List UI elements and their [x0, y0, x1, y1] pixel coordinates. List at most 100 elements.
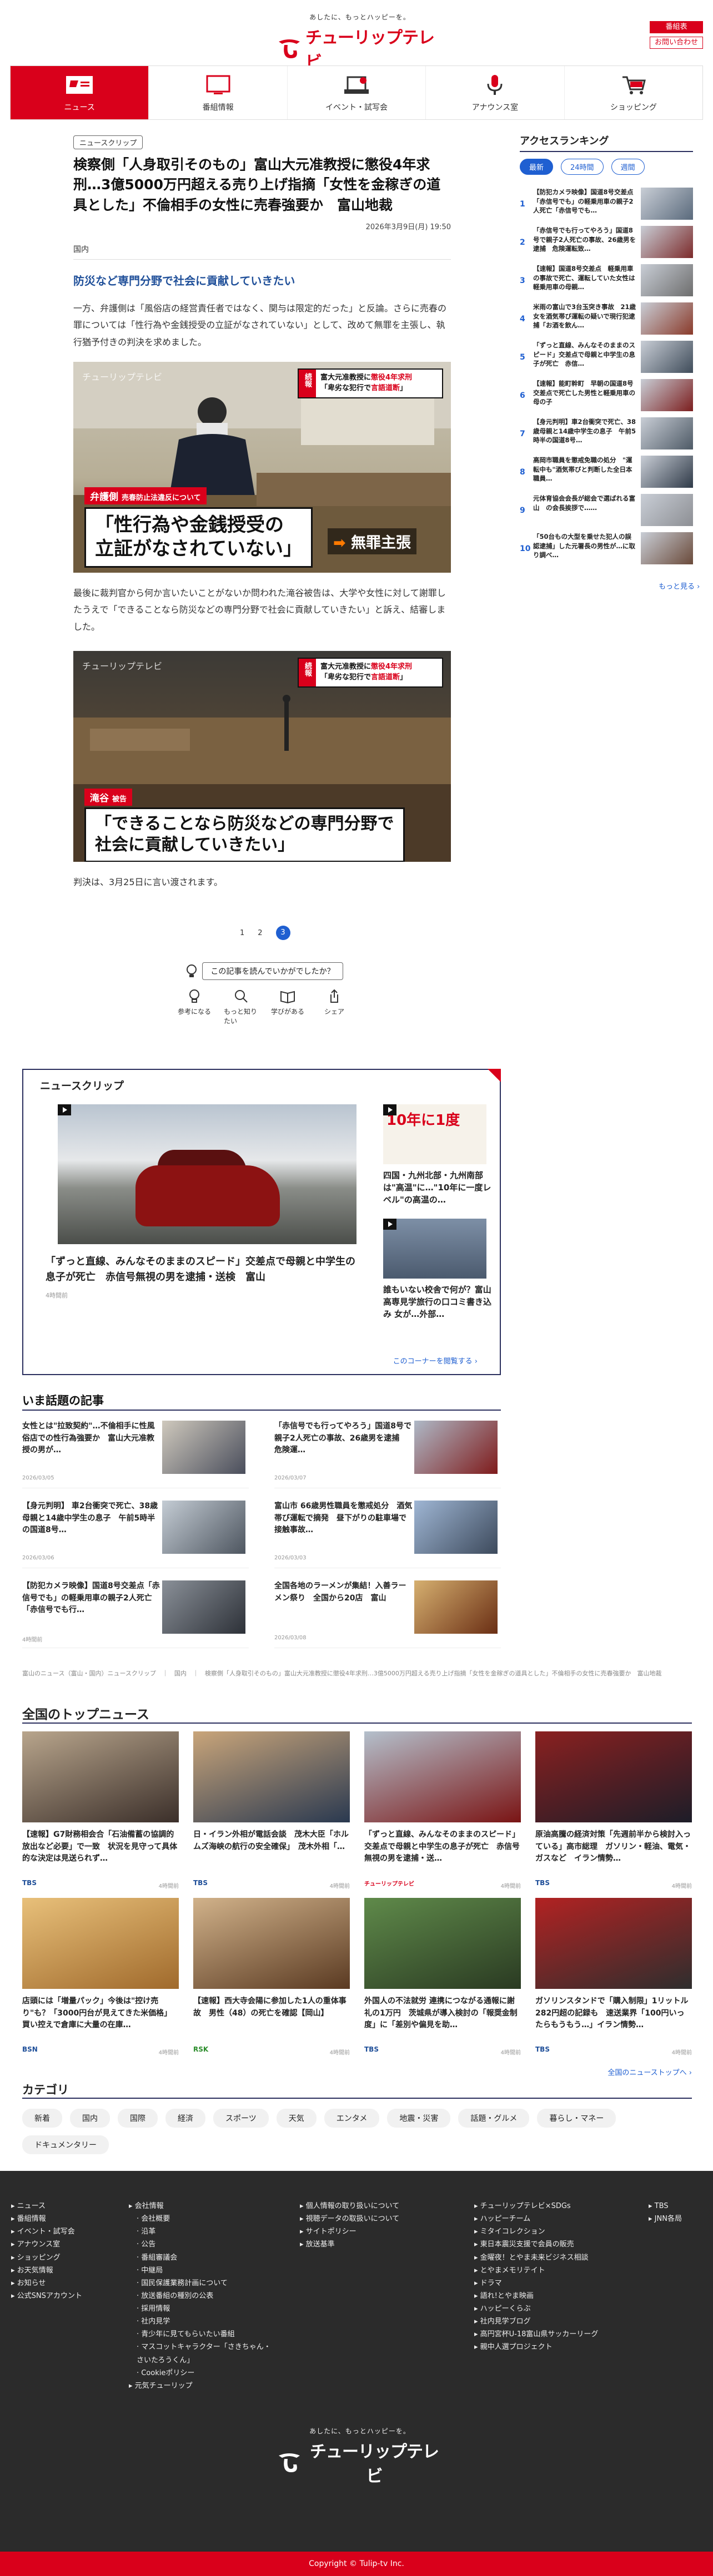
clip-side-headline[interactable]: 四国・九州北部・九州南部は"高温"に…"10年に一度レベル"の高温の…: [383, 1170, 494, 1206]
list-item[interactable]: 「赤信号でも行ってやろう」国道8号で親子2人死亡の事故、26歳男を逮捕 危険運……: [274, 1416, 501, 1488]
article-category[interactable]: 国内: [73, 244, 451, 260]
footer-link[interactable]: ▸ 高円宮杯U-18富山県サッカーリーグ: [474, 2328, 598, 2341]
news-card[interactable]: ガソリンスタンドで「購入制限」1リットル282円超の記録も 速送業界「100円い…: [535, 1898, 692, 2063]
footer-link[interactable]: ▸ アナウンス室: [11, 2238, 82, 2251]
ranking-item[interactable]: 6 【速報】能町幹町 早朝の国道8号 交差点で死亡した男性と軽乗用車の母の子: [520, 378, 693, 416]
category-button[interactable]: スポーツ: [213, 2109, 269, 2128]
footer-link[interactable]: · 国民保護業務計画について: [129, 2277, 273, 2290]
page-link[interactable]: 2: [258, 929, 262, 937]
footer-link[interactable]: ▸ 語れ!とやま映画: [474, 2290, 598, 2302]
category-button[interactable]: 国内: [70, 2109, 110, 2128]
footer-link[interactable]: ▸ ミタイコレクション: [474, 2225, 598, 2238]
ranking-item[interactable]: 4 米雨の富山で3台玉突き事故 21歳女を酒気帯び運転の疑いで現行犯逮捕「お酒を飲…: [520, 301, 693, 339]
category-button[interactable]: 天気: [276, 2109, 317, 2128]
footer-link[interactable]: ▸ お知らせ: [11, 2277, 82, 2290]
clip-main-headline[interactable]: 「ずっと直線、みんなそのままのスピード」交差点で母親と中学生の息子が死亡 赤信号…: [46, 1254, 356, 1285]
footer-link[interactable]: · 青少年に見てもらいたい番組: [129, 2328, 273, 2341]
list-item[interactable]: 【身元判明】 車2台衝突で死亡、38歳母親と14歳中学生の息子 午前5時半の国道…: [22, 1496, 249, 1568]
footer-link[interactable]: ▸ 金曜夜！とやま未来ビジネス相談: [474, 2251, 598, 2264]
program-schedule-button[interactable]: 番組表: [650, 21, 703, 33]
footer-link[interactable]: ▸ イベント・試写会: [11, 2225, 82, 2238]
category-button[interactable]: 地震・災害: [387, 2109, 451, 2128]
category-button[interactable]: 話題・グルメ: [458, 2109, 530, 2128]
news-card[interactable]: 【速報】G7財務相会合「石油備蓄の協調的放出など必要」で一致 状況を見守って具体…: [22, 1731, 179, 1897]
clip-main-image[interactable]: [58, 1104, 356, 1244]
category-button[interactable]: 国際: [118, 2109, 158, 2128]
footer-link[interactable]: ▸ 会社情報: [129, 2200, 273, 2213]
ranking-item[interactable]: 2 「赤信号でも行ってやろう」国道8号で親子2人死亡の事故、26歳男を逮捕 危険運…: [520, 225, 693, 262]
footer-link[interactable]: ▸ 視聴データの取扱いについて: [300, 2213, 399, 2225]
news-card[interactable]: 日・イラン外相が電話会談 茂木大臣「ホルムズ海峡の航行の安全確保」 茂木外相「……: [193, 1731, 350, 1897]
ranking-item[interactable]: 7 【身元判明】車2台衝突で死亡、38歳母親と14歳中学生の息子 午前5時半の国道…: [520, 416, 693, 454]
contact-button[interactable]: お問い合わせ: [650, 37, 703, 49]
footer-link[interactable]: · 沿革: [129, 2225, 273, 2238]
footer-link[interactable]: ▸ サイトポリシー: [300, 2225, 399, 2238]
footer-link[interactable]: ▸ 番組情報: [11, 2213, 82, 2225]
news-card[interactable]: 原油高騰の経済対策「先週前半から検討入っている」高市総理 ガソリン・軽油、電気・…: [535, 1731, 692, 1897]
list-item[interactable]: 女性とは"拉致契約"…不倫相手に性風俗店での性行為強要か 富山大元准教授の男が……: [22, 1416, 249, 1488]
footer-link[interactable]: ▸ 東日本震災支援で会員の販売: [474, 2238, 598, 2251]
footer-link[interactable]: ▸ 親中人選プロジェクト: [474, 2341, 598, 2353]
footer-link[interactable]: ▸ 元気チューリップ: [129, 2380, 273, 2392]
footer-link[interactable]: ▸ TBS: [649, 2200, 682, 2213]
tab-24h[interactable]: 24時間: [561, 159, 604, 175]
share-button[interactable]: シェア: [317, 988, 352, 1026]
footer-link[interactable]: ▸ 社内見学ブログ: [474, 2315, 598, 2328]
news-card[interactable]: 「ずっと直線、みんなそのままのスピード」交差点で母親と中学生の息子が死亡 赤信号…: [364, 1731, 521, 1897]
clip-side-image-2[interactable]: [383, 1219, 486, 1279]
footer-link[interactable]: · 公告: [129, 2238, 273, 2251]
nav-item-shopping[interactable]: ショッピング: [565, 66, 702, 119]
category-button[interactable]: エンタメ: [324, 2109, 380, 2128]
ranking-item[interactable]: 10 「50台もの大型を乗せた犯人の誤認逮捕」した元署長の男性が…に取り調べ…: [520, 531, 693, 569]
category-button[interactable]: 暮らし・マネー: [537, 2109, 616, 2128]
page-link[interactable]: 1: [240, 929, 244, 937]
footer-link[interactable]: ▸ ドラマ: [474, 2277, 598, 2290]
footer-link[interactable]: · 会社概要: [129, 2213, 273, 2225]
list-item[interactable]: 富山市 66歳男性職員を懲戒処分 酒気帯び運転で摘発 昼下がりの駐車場で接触事故…: [274, 1496, 501, 1568]
nav-item-programs[interactable]: 番組情報: [149, 66, 288, 119]
feedback-learn-button[interactable]: 学びがある: [270, 988, 305, 1026]
top-news-more-link[interactable]: 全国のニューストップへ ›: [607, 2067, 692, 2077]
footer-logo[interactable]: あしたに、もっとハッピーを。 チューリップテレビ: [277, 2426, 443, 2487]
footer-link[interactable]: · 社内見学: [129, 2315, 273, 2328]
tab-latest[interactable]: 最新: [520, 159, 554, 175]
footer-link[interactable]: · 採用情報: [129, 2302, 273, 2315]
ranking-item[interactable]: 3 【速報】国道8号交差点 軽乗用車の事故で死亡、運転していた女性は軽乗用車の母親…: [520, 263, 693, 301]
nav-item-announcers[interactable]: アナウンス室: [426, 66, 565, 119]
news-card[interactable]: 店頭には「増量パック」今後は"控け売り"も？「3000円台が見えてきた米価格」買…: [22, 1898, 179, 2063]
footer-link[interactable]: · 放送番組の種別の公表: [129, 2290, 273, 2302]
news-card[interactable]: 【速報】西大寺会陽に参加した1人の重体事故 男性（48）の死亡を確認【岡山】 RS…: [193, 1898, 350, 2063]
footer-link[interactable]: ▸ ニュース: [11, 2200, 82, 2213]
ranking-more-link[interactable]: もっと見る ›: [659, 580, 700, 591]
feedback-more-button[interactable]: もっと知りたい: [224, 988, 258, 1026]
ranking-item[interactable]: 5 「ずっと直線、みんなそのままのスピード」交差点で母親と中学生の息子が死亡 赤信…: [520, 340, 693, 377]
footer-link[interactable]: · 中継局: [129, 2264, 273, 2277]
feedback-helpful-button[interactable]: 参考になる: [177, 988, 212, 1026]
news-card[interactable]: 外国人の不法就労 連携につながる通報に謝礼の1万円 茨城県が導入検討の「報奨金制…: [364, 1898, 521, 2063]
clip-more-link[interactable]: このコーナーを閲覧する ›: [393, 1355, 478, 1366]
category-button[interactable]: 新着: [22, 2109, 62, 2128]
clip-side-headline[interactable]: 誰もいない校舎で何が？富山高専見学旅行の口コミ書き込み 女が…外部…: [383, 1284, 494, 1320]
footer-link[interactable]: ▸ 公式SNSアカウント: [11, 2290, 82, 2302]
footer-link[interactable]: ▸ JNN各局: [649, 2213, 682, 2225]
nav-item-news[interactable]: ニュース: [11, 66, 149, 119]
nav-item-events[interactable]: イベント・試写会: [288, 66, 426, 119]
ranking-item[interactable]: 9 元体育協会会長が総会で選ばれる富山 の会長挨拶で……: [520, 493, 693, 531]
footer-link[interactable]: ▸ チューリップテレビ×SDGs: [474, 2200, 598, 2213]
article-chip[interactable]: ニュースクリップ: [73, 135, 143, 149]
clip-side-image-1[interactable]: 10年に1度: [383, 1104, 486, 1164]
site-logo[interactable]: あしたに、もっとハッピーを。 チューリップテレビ: [277, 12, 443, 72]
category-button[interactable]: 経済: [165, 2109, 205, 2128]
list-item[interactable]: 全国各地のラーメンが集結！入善ラーメン祭り 全国から20店 富山 2026/03/…: [274, 1576, 501, 1648]
footer-link[interactable]: ▸ 個人情報の取り扱いについて: [300, 2200, 399, 2213]
footer-link[interactable]: ▸ とやまメモリテイト: [474, 2264, 598, 2277]
footer-link[interactable]: ▸ お天気情報: [11, 2264, 82, 2277]
tab-weekly[interactable]: 週間: [611, 159, 645, 175]
footer-link[interactable]: ▸ ハッピーチーム: [474, 2213, 598, 2225]
footer-link[interactable]: ▸ ショッピング: [11, 2251, 82, 2264]
ranking-item[interactable]: 8 高岡市職員を懲戒免職の処分 "運転中も"酒気帯びと判断した全日本職員…: [520, 454, 693, 492]
ranking-item[interactable]: 1 【防犯カメラ映像】国道8号交差点「赤信号でも」の軽乗用車の親子2人死亡「赤信号…: [520, 186, 693, 224]
footer-link[interactable]: · マスコットキャラクター「さきちゃん・さいたろうくん」: [129, 2341, 273, 2366]
footer-link[interactable]: ▸ ハッピーくらぶ: [474, 2302, 598, 2315]
footer-link[interactable]: · 番組審議会: [129, 2251, 273, 2264]
